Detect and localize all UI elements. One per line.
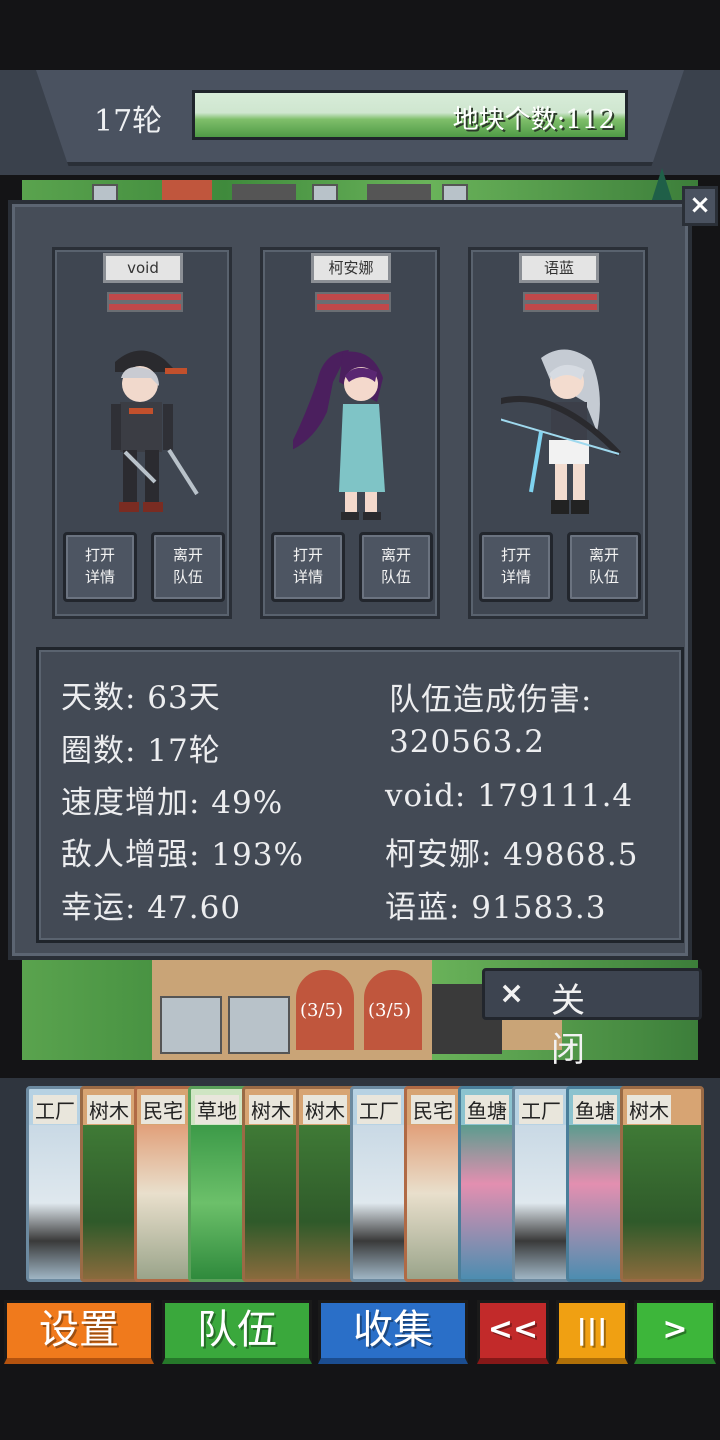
deck-card-label: 鱼塘 bbox=[465, 1095, 509, 1124]
hp-bar bbox=[523, 292, 599, 302]
leave-team-button[interactable]: 离开 队伍 bbox=[151, 532, 225, 602]
deck-card-label: 树木 bbox=[249, 1095, 293, 1124]
deck-card-label: 树木 bbox=[627, 1095, 671, 1124]
building-progress: (3/5) bbox=[368, 1000, 412, 1021]
tile-count: 地块个数:112 bbox=[452, 105, 615, 135]
deck-card-label: 鱼塘 bbox=[573, 1095, 617, 1124]
party-card-void: void 打开 详情 离开 队伍 bbox=[52, 247, 232, 619]
map-building bbox=[228, 996, 290, 1054]
mp-bar bbox=[107, 302, 183, 312]
character-name: 柯安娜 bbox=[311, 253, 391, 283]
deck-card-label: 树木 bbox=[303, 1095, 347, 1124]
stats-panel: 天数: 63天 圈数: 17轮 速度增加: 49% 敌人增强: 193% 幸运:… bbox=[36, 647, 684, 943]
stat-enemy: 敌人增强: 193% bbox=[61, 837, 304, 873]
deck-card-label: 树木 bbox=[87, 1095, 131, 1124]
round-counter: 17轮 bbox=[94, 104, 163, 139]
pause-button[interactable]: ||| bbox=[556, 1300, 628, 1364]
stat-laps: 圈数: 17轮 bbox=[61, 733, 221, 769]
character-sprite-void bbox=[111, 350, 199, 512]
stat-speed: 速度增加: 49% bbox=[61, 785, 284, 821]
mp-bar bbox=[315, 302, 391, 312]
character-sprite-yulan bbox=[501, 349, 621, 514]
open-details-button[interactable]: 打开 详情 bbox=[479, 532, 553, 602]
deck-card-label: 民宅 bbox=[411, 1095, 455, 1124]
deck-card-label: 工厂 bbox=[357, 1095, 401, 1124]
character-sprite-keanna bbox=[293, 350, 385, 520]
deck-card-label: 工厂 bbox=[33, 1095, 77, 1124]
dialog-close-icon[interactable]: × bbox=[682, 186, 718, 226]
map-building bbox=[160, 996, 222, 1054]
damage-total: 320563.2 bbox=[389, 724, 545, 760]
tile-count-banner: 地块个数:112 bbox=[192, 90, 628, 140]
close-icon: × bbox=[499, 976, 525, 1011]
hp-bar bbox=[315, 292, 391, 302]
close-dialog-button[interactable]: × 关 闭 bbox=[482, 968, 702, 1070]
rewind-button[interactable]: << bbox=[477, 1300, 549, 1364]
stat-days: 天数: 63天 bbox=[61, 680, 221, 716]
party-card-keanna: 柯安娜 打开 详情 离开 队伍 bbox=[260, 247, 440, 619]
deck-card[interactable]: 树木 bbox=[620, 1086, 704, 1282]
close-label: 关 闭 bbox=[551, 981, 613, 1070]
leave-team-button[interactable]: 离开 队伍 bbox=[567, 532, 641, 602]
map-building: (3/5) bbox=[296, 970, 354, 1050]
team-button[interactable]: 队伍 bbox=[162, 1300, 312, 1364]
damage-title: 队伍造成伤害: bbox=[389, 682, 593, 718]
mp-bar bbox=[523, 302, 599, 312]
damage-void: void: 179111.4 bbox=[385, 778, 634, 814]
party-card-yulan: 语蓝 打开 详情 离开 队伍 bbox=[468, 247, 648, 619]
character-name: void bbox=[103, 253, 183, 283]
collect-button[interactable]: 收集 bbox=[318, 1300, 468, 1364]
settings-button[interactable]: 设置 bbox=[4, 1300, 154, 1364]
damage-keanna: 柯安娜: 49868.5 bbox=[385, 837, 639, 873]
open-details-button[interactable]: 打开 详情 bbox=[271, 532, 345, 602]
building-progress: (3/5) bbox=[300, 1000, 344, 1021]
deck-card-label: 草地 bbox=[195, 1095, 239, 1124]
next-button[interactable]: > bbox=[634, 1300, 716, 1364]
damage-yulan: 语蓝: 91583.3 bbox=[385, 890, 607, 926]
map-building: (3/5) bbox=[364, 970, 422, 1050]
deck-card-label: 民宅 bbox=[141, 1095, 185, 1124]
deck-card-label: 工厂 bbox=[519, 1095, 563, 1124]
character-name: 语蓝 bbox=[519, 253, 599, 283]
stat-luck: 幸运: 47.60 bbox=[61, 890, 242, 926]
hp-bar bbox=[107, 292, 183, 302]
leave-team-button[interactable]: 离开 队伍 bbox=[359, 532, 433, 602]
open-details-button[interactable]: 打开 详情 bbox=[63, 532, 137, 602]
